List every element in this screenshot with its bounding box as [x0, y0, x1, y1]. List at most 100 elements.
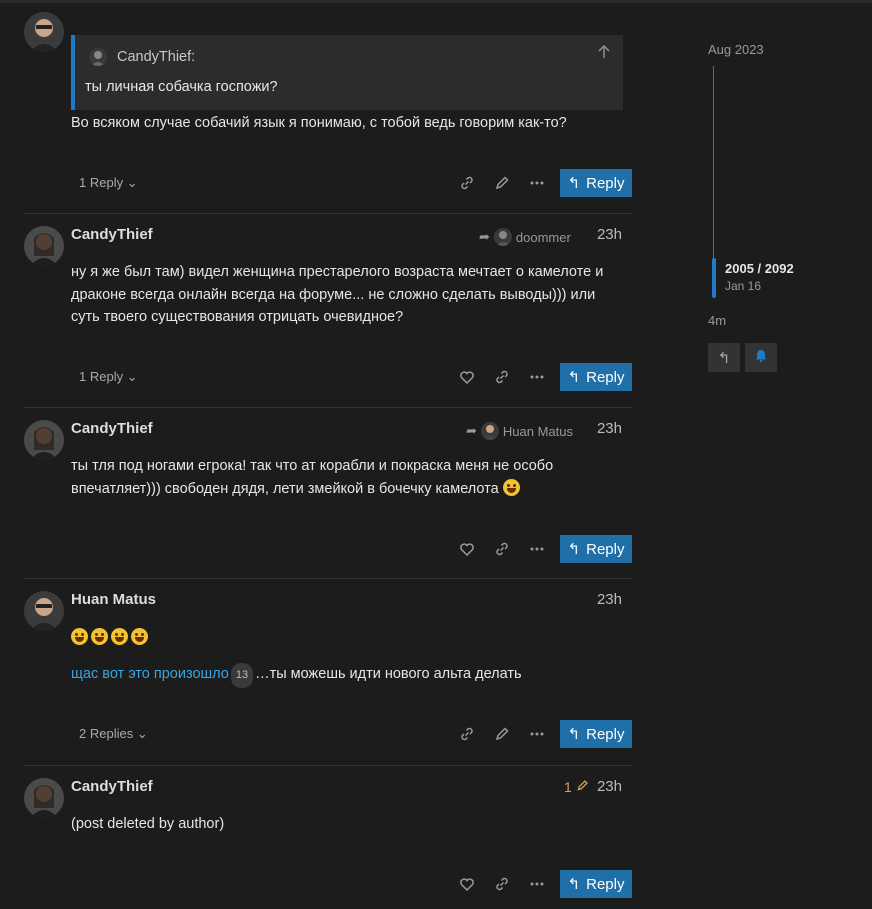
post-body: Во всяком случае собачий язык я понимаю,… [71, 115, 567, 131]
bell-icon [755, 349, 767, 367]
chevron-down-icon: ⌄ [126, 369, 138, 384]
post: Huan Matus 23h щас вот это произошло 13 …т… [24, 589, 632, 754]
link-icon[interactable] [452, 169, 482, 197]
reply-to-tab[interactable]: ➦ doommer [479, 228, 571, 246]
link-icon[interactable] [487, 870, 517, 898]
reply-icon: ↰ [567, 369, 581, 386]
avatar[interactable] [24, 420, 64, 460]
reply-to-user: Huan Matus [502, 423, 573, 439]
post-divider [24, 407, 632, 408]
reply-icon: ↰ [567, 876, 581, 893]
post-divider [24, 213, 632, 214]
edit-icon[interactable] [487, 169, 517, 197]
link-icon[interactable] [452, 720, 482, 748]
rofl-emoji [71, 628, 88, 645]
emoji-row [71, 627, 616, 650]
edit-history[interactable]: 1 [564, 779, 589, 795]
more-icon[interactable] [522, 363, 552, 391]
post-date[interactable]: 23h [597, 591, 622, 608]
post: CandyThief: ты личная собачка госпожи? В… [24, 12, 632, 202]
avatar[interactable] [24, 12, 64, 52]
post: CandyThief ➦ doommer 23h ну я же был там… [24, 224, 632, 394]
post-date[interactable]: 23h [597, 226, 622, 243]
heart-icon[interactable] [452, 535, 482, 563]
reply-to-topic-button[interactable]: ↰ [708, 343, 740, 372]
timeline-position: 2005 / 2092 [725, 261, 794, 276]
reply-button[interactable]: ↰ Reply [560, 169, 632, 197]
replies-label: 1 Reply [79, 369, 124, 384]
post-body: ну я же был там) видел женщина престарел… [71, 264, 604, 325]
replies-toggle[interactable]: 1 Reply ⌄ [71, 169, 146, 197]
post-date[interactable]: 23h [597, 778, 622, 795]
reply-label: Reply [586, 368, 625, 386]
arrow-up-icon[interactable] [597, 44, 611, 64]
smiley-emoji [502, 478, 520, 496]
reply-icon: ↰ [567, 726, 581, 743]
heart-icon[interactable] [452, 363, 482, 391]
reply-to-avatar [493, 228, 512, 246]
post-controls: ↰ Reply [71, 870, 632, 898]
rofl-emoji [111, 628, 128, 645]
post-controls: ↰ Reply [71, 535, 632, 563]
replies-label: 1 Reply [79, 175, 124, 190]
joy-emoji [91, 628, 108, 645]
post-divider [24, 765, 632, 766]
avatar[interactable] [24, 591, 64, 631]
link-icon[interactable] [487, 363, 517, 391]
reply-to-user: doommer [515, 229, 571, 245]
post-link[interactable]: щас вот это произошло [71, 666, 229, 682]
quote-header: CandyThief: [89, 48, 195, 66]
edit-icon[interactable] [487, 720, 517, 748]
post-body: (post deleted by author) [71, 816, 225, 832]
link-icon[interactable] [487, 535, 517, 563]
timeline-handle[interactable] [712, 258, 716, 298]
post-controls: 1 Reply ⌄ ↰ Reply [71, 363, 632, 391]
reply-button[interactable]: ↰ Reply [560, 535, 632, 563]
reply-label: Reply [586, 540, 625, 558]
avatar[interactable] [24, 778, 64, 818]
reply-icon: ↰ [567, 175, 581, 192]
replies-toggle[interactable]: 2 Replies ⌄ [71, 720, 156, 748]
timeline-start-date[interactable]: Aug 2023 [708, 42, 764, 57]
edit-count: 1 [564, 779, 572, 795]
reply-button[interactable]: ↰ Reply [560, 720, 632, 748]
more-icon[interactable] [522, 535, 552, 563]
post-stream: CandyThief: ты личная собачка госпожи? В… [0, 0, 640, 909]
reply-label: Reply [586, 725, 625, 743]
more-icon[interactable] [522, 720, 552, 748]
more-icon[interactable] [522, 169, 552, 197]
replies-toggle[interactable]: 1 Reply ⌄ [71, 363, 146, 391]
replies-label: 2 Replies [79, 726, 134, 741]
reply-button[interactable]: ↰ Reply [560, 870, 632, 898]
username[interactable]: CandyThief [71, 778, 153, 795]
quote-avatar [89, 48, 107, 66]
post-body: щас вот это произошло 13 …ты можешь идти н… [71, 663, 616, 688]
topic-timeline: Aug 2023 2005 / 2092 Jan 16 4m ↰ [700, 0, 872, 909]
username[interactable]: CandyThief [71, 420, 153, 437]
post: CandyThief 1 23h (post deleted by author… [24, 776, 632, 906]
username[interactable]: CandyThief [71, 226, 153, 243]
avatar[interactable] [24, 226, 64, 266]
chevron-down-icon: ⌄ [126, 175, 138, 190]
post-controls: 2 Replies ⌄ ↰ Reply [71, 720, 632, 748]
reply-label: Reply [586, 174, 625, 192]
username[interactable]: Huan Matus [71, 591, 156, 608]
post: CandyThief ➦ Huan Matus 23h ты тля под н… [24, 418, 632, 568]
quote-block: CandyThief: ты личная собачка госпожи? [71, 35, 623, 110]
post-divider [24, 578, 632, 579]
joy-emoji [131, 628, 148, 645]
notifications-button[interactable] [745, 343, 777, 372]
reply-to-tab[interactable]: ➦ Huan Matus [466, 422, 573, 440]
quote-author: CandyThief: [117, 49, 196, 65]
reply-icon: ↰ [717, 349, 731, 367]
reply-button[interactable]: ↰ Reply [560, 363, 632, 391]
heart-icon[interactable] [452, 870, 482, 898]
post-body-text: ты тля под ногами егрока! так что ат кор… [71, 458, 554, 497]
post-date[interactable]: 23h [597, 420, 622, 437]
more-icon[interactable] [522, 870, 552, 898]
timeline-end-date[interactable]: 4m [708, 313, 726, 328]
post-controls: 1 Reply ⌄ ↰ Reply [71, 169, 632, 197]
reply-to-avatar [480, 422, 499, 440]
reply-icon: ↰ [567, 541, 581, 558]
timeline-date: Jan 16 [725, 279, 762, 293]
